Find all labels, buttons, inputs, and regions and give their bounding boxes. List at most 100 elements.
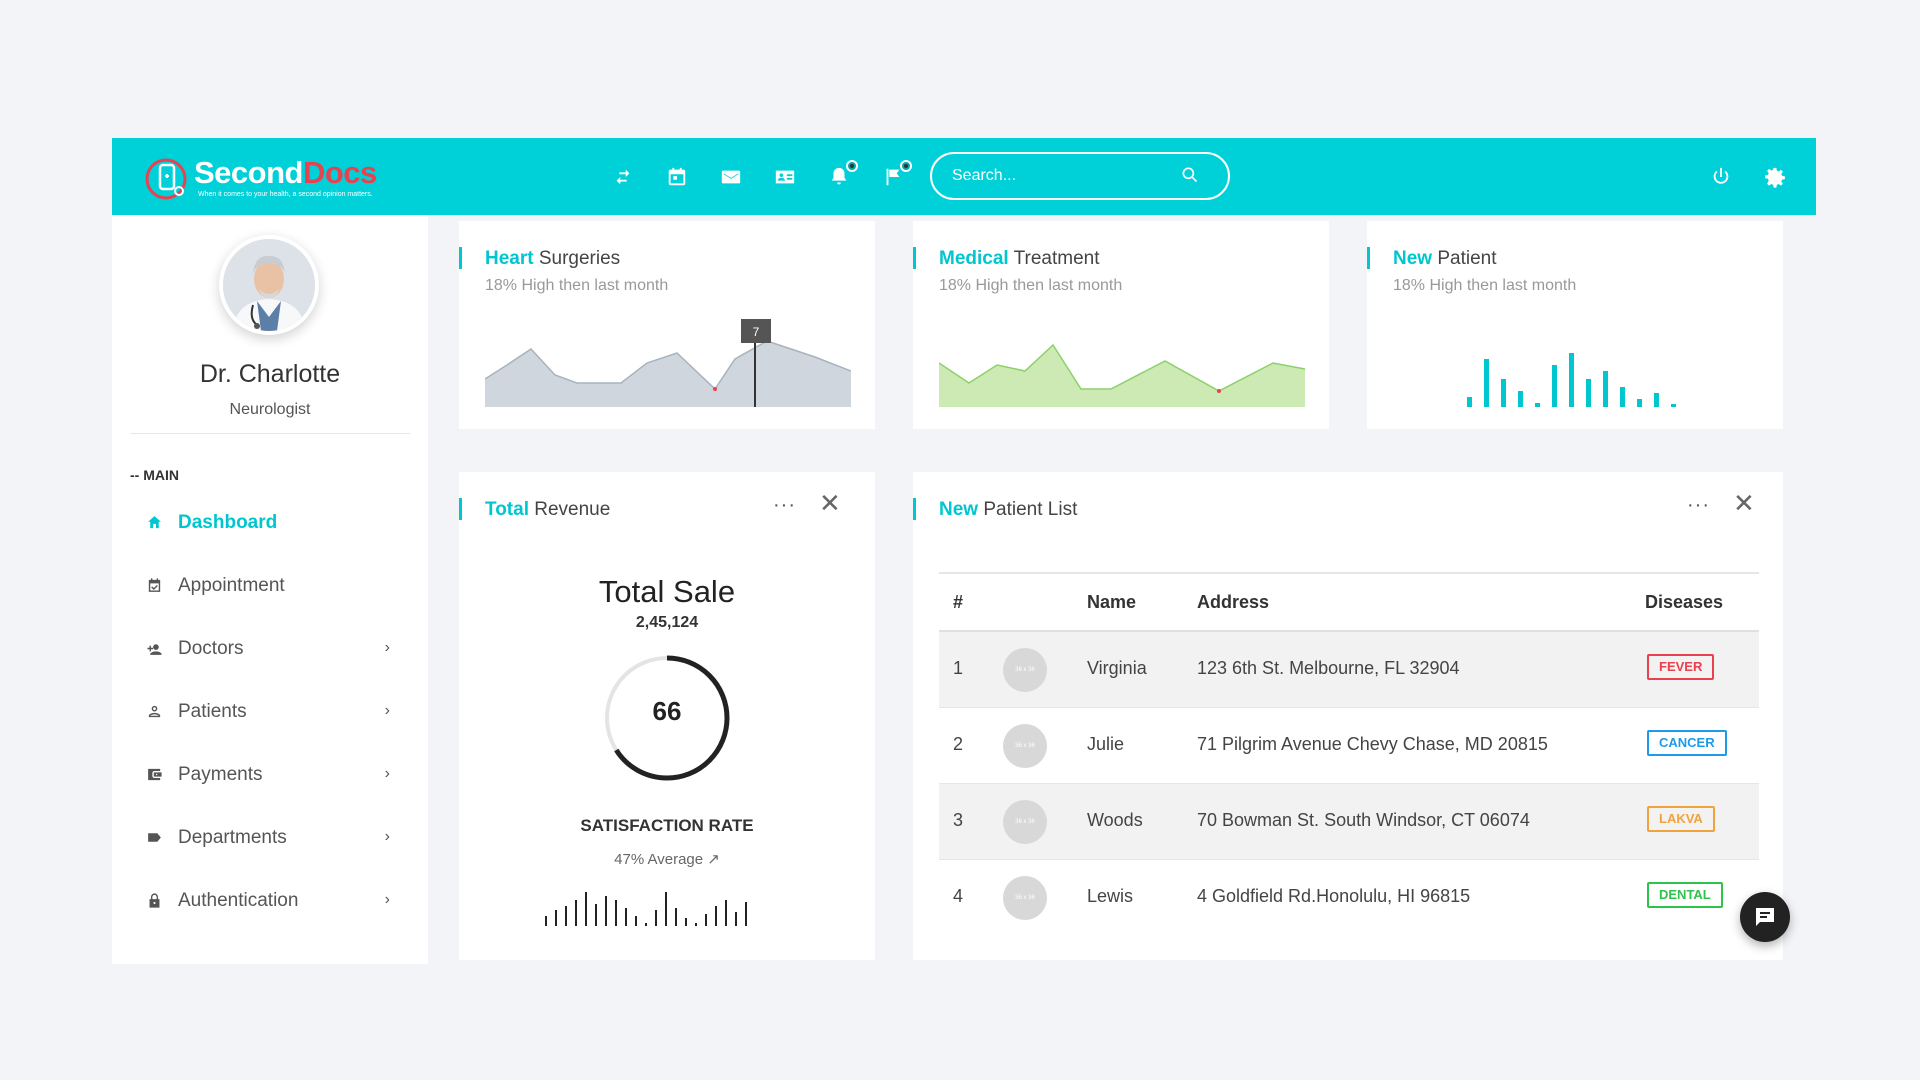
card-title: Medical Treatment (939, 248, 1100, 269)
column-header: Address (1197, 592, 1270, 612)
lock-icon (144, 891, 164, 911)
settings-icon[interactable] (1760, 162, 1790, 192)
row-number: 1 (953, 658, 964, 678)
bell-icon[interactable] (824, 160, 858, 192)
search-box (930, 152, 1230, 200)
card-title: New Patient (1393, 248, 1497, 269)
close-icon[interactable]: ✕ (819, 490, 841, 516)
sidebar-item-patients[interactable]: Patients › (112, 680, 428, 743)
sidebar-item-label: Patients (178, 700, 247, 722)
calendar-icon[interactable] (662, 162, 692, 192)
close-icon[interactable]: ✕ (1733, 490, 1755, 516)
sidebar-item-label: Departments (178, 826, 287, 848)
card-accent-bar (913, 247, 916, 269)
heart-surgeries-sparkline: 7 (485, 319, 851, 407)
label-icon (144, 828, 164, 848)
sidebar-item-doctors[interactable]: Doctors › (112, 617, 428, 680)
doctor-avatar[interactable] (219, 235, 319, 335)
patient-avatar: 36 x 36 (1003, 648, 1047, 692)
card-accent-bar (913, 498, 916, 520)
patient-name: Virginia (1087, 658, 1147, 678)
column-header: Name (1087, 592, 1137, 612)
swap-icon[interactable] (608, 162, 638, 192)
sidebar-item-label: Appointment (178, 574, 285, 596)
header-icon-group (608, 160, 932, 192)
patient-name: Woods (1087, 810, 1143, 830)
flag-icon[interactable] (878, 160, 912, 192)
power-icon[interactable] (1706, 162, 1736, 192)
chat-button[interactable] (1740, 892, 1790, 942)
sidebar-item-label: Authentication (178, 889, 299, 911)
table-row[interactable]: 4 36 x 36 Lewis 4 Goldfield Rd.Honolulu,… (939, 860, 1759, 936)
top-navbar: SecondDocs When it comes to your health,… (112, 138, 1816, 215)
chart-tooltip: 7 (753, 325, 760, 339)
column-header: # (953, 592, 964, 612)
search-input[interactable] (952, 164, 1172, 188)
table-row[interactable]: 1 36 x 36 Virginia 123 6th St. Melbourne… (939, 632, 1759, 708)
doctor-role: Neurologist (229, 401, 311, 418)
search-icon[interactable] (1180, 165, 1202, 187)
sidebar-divider (130, 433, 410, 434)
medical-treatment-sparkline (939, 343, 1305, 407)
sidebar: Dr. Charlotte Neurologist -- MAIN Dashbo… (112, 215, 428, 964)
satisfaction-ring: 66 (603, 654, 731, 782)
patient-avatar: 36 x 36 (1003, 876, 1047, 920)
card-accent-bar (459, 247, 462, 269)
satisfaction-value: 66 (652, 696, 682, 726)
mail-icon[interactable] (716, 162, 746, 192)
chevron-right-icon: › (384, 702, 390, 719)
average-text: 47% Average ↗ (614, 851, 720, 868)
disease-badge: DENTAL (1647, 882, 1723, 908)
sidebar-item-authentication[interactable]: Authentication › (112, 869, 428, 932)
new-patient-bar-sparkline (1467, 353, 1676, 407)
patient-avatar: 36 x 36 (1003, 800, 1047, 844)
card-title: Total Revenue (485, 499, 611, 520)
notification-dot (846, 160, 858, 172)
dashboard-app: SecondDocs When it comes to your health,… (112, 138, 1816, 964)
notification-dot (900, 160, 912, 172)
satisfaction-label: SATISFACTION RATE (580, 816, 754, 835)
patient-list-card: New Patient List ··· ✕ # Name Address Di… (913, 472, 1783, 960)
revenue-bar-sparkline (545, 892, 747, 926)
card-title: New Patient List (939, 499, 1078, 520)
sidebar-item-label: Doctors (178, 637, 244, 659)
disease-badge: CANCER (1647, 730, 1727, 756)
row-number: 2 (953, 734, 964, 754)
patient-name: Lewis (1087, 886, 1134, 906)
column-header: Diseases (1645, 592, 1724, 612)
logo-mark-icon (145, 158, 187, 200)
card-title: Heart Surgeries (485, 248, 621, 269)
chevron-right-icon: › (384, 891, 390, 908)
contact-card-icon[interactable] (770, 162, 800, 192)
more-options-icon[interactable]: ··· (773, 494, 796, 517)
card-accent-bar (459, 498, 462, 520)
card-subtitle: 18% High then last month (485, 277, 669, 294)
doctor-name: Dr. Charlotte (199, 360, 341, 388)
brand-logo[interactable]: SecondDocs When it comes to your health,… (144, 151, 414, 203)
more-options-icon[interactable]: ··· (1687, 494, 1710, 517)
patient-avatar: 36 x 36 (1003, 724, 1047, 768)
total-revenue-card: Total Revenue ··· ✕ Total Sale 2,45,124 … (459, 472, 875, 960)
sidebar-item-dashboard[interactable]: Dashboard (112, 491, 428, 554)
sidebar-item-appointment[interactable]: Appointment (112, 554, 428, 617)
sidebar-item-payments[interactable]: Payments › (112, 743, 428, 806)
wallet-icon (144, 765, 164, 785)
row-number: 4 (953, 886, 964, 906)
card-accent-bar (1367, 247, 1370, 269)
doctor-portrait-icon (223, 239, 315, 331)
total-sale-label: Total Sale (598, 574, 736, 609)
card-subtitle: 18% High then last month (939, 277, 1123, 294)
chevron-right-icon: › (384, 639, 390, 656)
brand-name: SecondDocs (194, 155, 377, 190)
table-row[interactable]: 2 36 x 36 Julie 71 Pilgrim Avenue Chevy … (939, 708, 1759, 784)
user-plus-icon (144, 639, 164, 659)
header-right-icons (1706, 162, 1790, 192)
sidebar-item-departments[interactable]: Departments › (112, 806, 428, 869)
chat-icon (1756, 908, 1774, 926)
disease-badge: LAKVA (1647, 806, 1715, 832)
nav-section-label: -- MAIN (130, 467, 179, 483)
person-icon (144, 702, 164, 722)
disease-badge: FEVER (1647, 654, 1715, 680)
table-row[interactable]: 3 36 x 36 Woods 70 Bowman St. South Wind… (939, 784, 1759, 860)
medical-treatment-card: Medical Treatment 18% High then last mon… (913, 221, 1329, 429)
